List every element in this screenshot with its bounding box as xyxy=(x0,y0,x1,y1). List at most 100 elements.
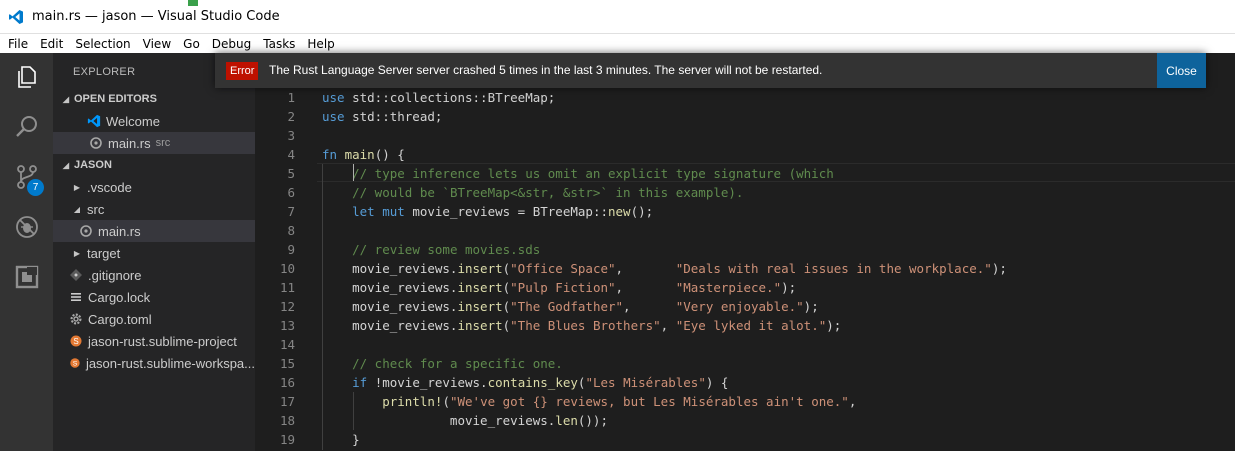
tree-item-gitignore[interactable]: .gitignore xyxy=(53,264,255,286)
line-number: 16 xyxy=(279,375,295,390)
debug-activity-button[interactable] xyxy=(0,203,53,251)
code-line-7: let mut movie_reviews = BTreeMap::new(); xyxy=(352,204,654,219)
open-editor-description: src xyxy=(155,137,171,149)
debug-icon xyxy=(15,216,38,238)
title-bar: main.rs — jason — Visual Studio Code xyxy=(0,0,1235,34)
menu-help[interactable]: Help xyxy=(301,37,340,51)
open-editor-item-main-rs[interactable]: main.rs src xyxy=(53,132,255,154)
section-label: OPEN EDITORS xyxy=(74,93,157,105)
tree-item-label: .vscode xyxy=(87,179,132,195)
code-line-17: println!("We've got {} reviews, but Les … xyxy=(382,394,857,409)
tree-item-sublime-workspace[interactable]: S jason-rust.sublime-workspa... xyxy=(53,352,255,374)
rust-file-icon xyxy=(80,225,92,237)
search-activity-button[interactable] xyxy=(0,103,53,151)
window-title: main.rs — jason — Visual Studio Code xyxy=(32,9,280,24)
code-editor[interactable]: 1 2 3 4 5 6 7 8 9 10 11 12 13 14 15 16 1… xyxy=(255,53,1235,451)
code-line-6: // would be `BTreeMap<&str, &str>` in th… xyxy=(352,185,744,200)
code-line-1: use std::collections::BTreeMap; xyxy=(322,90,556,105)
menu-edit[interactable]: Edit xyxy=(34,37,69,51)
text-cursor xyxy=(353,164,354,181)
tree-item-cargo-lock[interactable]: Cargo.lock xyxy=(53,286,255,308)
rust-file-icon xyxy=(90,137,102,149)
menu-view[interactable]: View xyxy=(137,37,177,51)
chevron-right-icon: ▶ xyxy=(73,182,81,192)
line-number: 3 xyxy=(287,128,295,143)
code-line-2: use std::thread; xyxy=(322,109,443,124)
sublime-file-icon: S xyxy=(70,335,82,347)
vscode-logo-icon xyxy=(9,10,23,24)
line-number: 4 xyxy=(287,147,295,162)
chevron-down-icon: ◢ xyxy=(73,204,81,214)
tree-item-sublime-project[interactable]: S jason-rust.sublime-project xyxy=(53,330,255,352)
code-line-12: movie_reviews.insert("The Godfather", "V… xyxy=(322,299,819,314)
line-number: 9 xyxy=(287,242,295,257)
menu-go[interactable]: Go xyxy=(177,37,206,51)
files-icon xyxy=(17,66,36,88)
search-icon xyxy=(15,116,37,137)
tree-item-cargo-toml[interactable]: Cargo.toml xyxy=(53,308,255,330)
line-number: 15 xyxy=(279,356,295,371)
line-number: 8 xyxy=(287,223,295,238)
menu-file[interactable]: File xyxy=(2,37,34,51)
source-control-activity-button[interactable]: 7 xyxy=(0,153,53,201)
background-window-strip xyxy=(188,0,198,6)
menu-selection[interactable]: Selection xyxy=(69,37,136,51)
extensions-icon xyxy=(15,265,38,289)
line-number: 5 xyxy=(287,166,295,181)
sublime-file-icon: S xyxy=(70,358,80,368)
open-editor-label: Welcome xyxy=(106,113,160,129)
open-editors-header[interactable]: ◢ OPEN EDITORS xyxy=(53,88,255,110)
code-line-10: movie_reviews.insert("Office Space", "De… xyxy=(322,261,1007,276)
line-number: 17 xyxy=(279,394,295,409)
activity-bar: 7 xyxy=(0,53,53,451)
code-line-4: fn main() { xyxy=(322,147,405,162)
code-line-19: } xyxy=(322,432,360,447)
tree-item-vscode[interactable]: ▶ .vscode xyxy=(53,176,255,198)
code-line-18: movie_reviews.len()); xyxy=(322,413,608,428)
code-line-11: movie_reviews.insert("Pulp Fiction", "Ma… xyxy=(322,280,797,295)
error-notification: Error The Rust Language Server server cr… xyxy=(215,53,1206,88)
line-number: 12 xyxy=(279,299,295,314)
open-editor-item-welcome[interactable]: Welcome xyxy=(53,110,255,132)
line-number: 13 xyxy=(279,318,295,333)
code-line-15: // check for a specific one. xyxy=(352,356,563,371)
source-control-badge: 7 xyxy=(27,179,44,196)
code-line-16: if !movie_reviews.contains_key("Les Misé… xyxy=(352,375,729,390)
menu-bar: File Edit Selection View Go Debug Tasks … xyxy=(0,34,1235,53)
line-number: 18 xyxy=(279,413,295,428)
sidebar-title: EXPLORER xyxy=(73,66,136,78)
line-number: 19 xyxy=(279,432,295,447)
line-number: 10 xyxy=(279,261,295,276)
error-badge: Error xyxy=(226,62,259,80)
svg-text:S: S xyxy=(73,337,78,346)
tree-item-src[interactable]: ◢ src xyxy=(53,198,255,220)
tree-item-main-rs[interactable]: main.rs xyxy=(53,220,255,242)
tree-item-target[interactable]: ▶ target xyxy=(53,242,255,264)
open-editor-label: main.rs xyxy=(108,135,151,151)
line-number: 7 xyxy=(287,204,295,219)
tree-item-label: target xyxy=(87,245,121,261)
extensions-activity-button[interactable] xyxy=(0,253,53,301)
tree-item-label: .gitignore xyxy=(88,267,142,283)
vscode-logo-icon xyxy=(87,114,101,128)
line-number: 1 xyxy=(287,90,295,105)
close-button[interactable]: Close xyxy=(1157,53,1206,88)
menu-debug[interactable]: Debug xyxy=(206,37,257,51)
line-number: 14 xyxy=(279,337,295,352)
tree-item-label: Cargo.toml xyxy=(88,311,152,327)
menu-tasks[interactable]: Tasks xyxy=(257,37,301,51)
git-file-icon xyxy=(70,269,82,281)
tree-item-label: jason-rust.sublime-workspa... xyxy=(85,355,255,371)
tree-item-label: main.rs xyxy=(98,223,141,239)
line-number: 2 xyxy=(287,109,295,124)
explorer-activity-button[interactable] xyxy=(0,53,53,101)
tree-item-label: Cargo.lock xyxy=(88,289,151,305)
gear-icon xyxy=(70,313,82,325)
notification-message: The Rust Language Server server crashed … xyxy=(269,63,823,77)
chevron-down-icon: ◢ xyxy=(62,160,70,170)
explorer-sidebar: EXPLORER ◢ OPEN EDITORS Welcome main.rs … xyxy=(53,53,255,451)
project-header[interactable]: ◢ JASON xyxy=(53,154,255,176)
chevron-right-icon: ▶ xyxy=(73,248,81,258)
line-number: 11 xyxy=(279,280,295,295)
code-line-5: // type inference lets us omit an explic… xyxy=(352,166,834,181)
